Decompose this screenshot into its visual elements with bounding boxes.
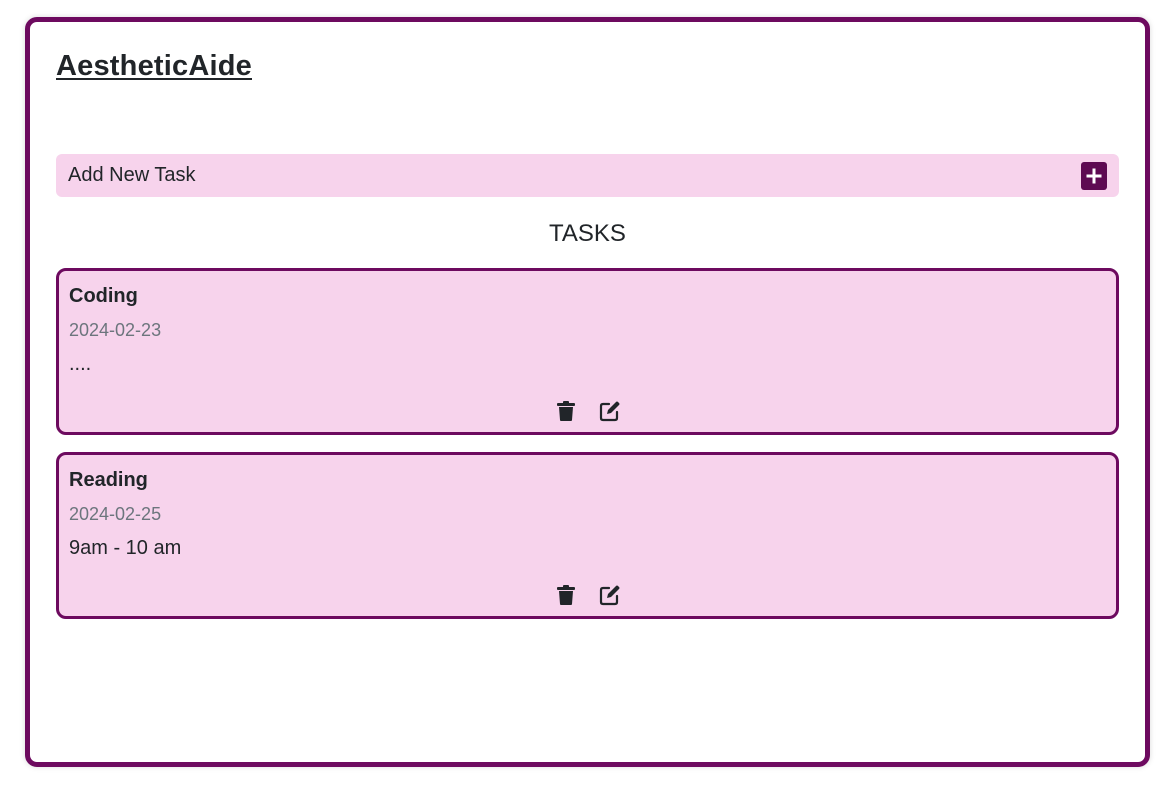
delete-task-button[interactable] [554, 399, 578, 423]
task-description: 9am - 10 am [69, 537, 182, 559]
plus-icon [1086, 168, 1102, 183]
task-card: Reading 2024-02-25 9am - 10 am [56, 452, 1119, 619]
tasks-heading: TASKS [549, 220, 626, 247]
edit-task-button[interactable] [598, 583, 622, 607]
edit-icon [599, 585, 619, 606]
task-title: Coding [69, 285, 138, 307]
trash-icon [556, 585, 575, 605]
task-card: Coding 2024-02-23 .... [56, 268, 1119, 435]
trash-icon [556, 401, 575, 421]
task-description: .... [69, 353, 92, 375]
task-date: 2024-02-25 [69, 504, 162, 524]
task-date: 2024-02-23 [69, 320, 162, 340]
app-title[interactable]: AestheticAide [56, 50, 252, 83]
add-task-bar[interactable]: Add New Task [56, 154, 1119, 197]
task-actions [59, 399, 1116, 423]
add-task-label: Add New Task [68, 164, 196, 186]
delete-task-button[interactable] [554, 583, 578, 607]
task-title: Reading [69, 469, 148, 491]
add-task-button[interactable] [1081, 161, 1107, 190]
edit-task-button[interactable] [598, 399, 622, 423]
app-frame: AestheticAide Add New Task TASKS Coding … [25, 17, 1150, 767]
edit-icon [599, 401, 619, 422]
task-actions [59, 583, 1116, 607]
